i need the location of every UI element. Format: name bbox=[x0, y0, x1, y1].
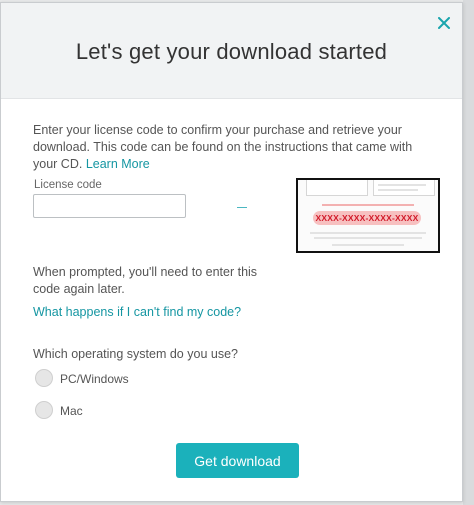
license-code-input[interactable] bbox=[33, 194, 186, 218]
os-radio-pc[interactable] bbox=[35, 369, 53, 387]
download-modal: Let's get your download started Enter yo… bbox=[0, 2, 463, 502]
divider-dash bbox=[237, 207, 247, 208]
learn-more-link[interactable]: Learn More bbox=[86, 157, 150, 171]
modal-header: Let's get your download started bbox=[1, 3, 462, 99]
os-question: Which operating system do you use? bbox=[33, 347, 238, 361]
missing-code-link[interactable]: What happens if I can't find my code? bbox=[33, 305, 241, 319]
close-icon[interactable] bbox=[434, 13, 454, 33]
os-radio-mac[interactable] bbox=[35, 401, 53, 419]
intro-text: Enter your license code to confirm your … bbox=[33, 122, 433, 173]
prompted-text: When prompted, you'll need to enter this… bbox=[33, 265, 258, 296]
example-code: XXXX-XXXX-XXXX-XXXX bbox=[313, 211, 421, 225]
modal-title: Let's get your download started bbox=[75, 39, 388, 64]
os-label-pc: PC/Windows bbox=[60, 372, 129, 386]
background-page bbox=[463, 0, 474, 505]
license-code-label: License code bbox=[34, 179, 102, 191]
get-download-button[interactable]: Get download bbox=[176, 443, 299, 478]
os-label-mac: Mac bbox=[60, 404, 83, 418]
license-code-example-image: XXXX-XXXX-XXXX-XXXX bbox=[296, 178, 440, 253]
